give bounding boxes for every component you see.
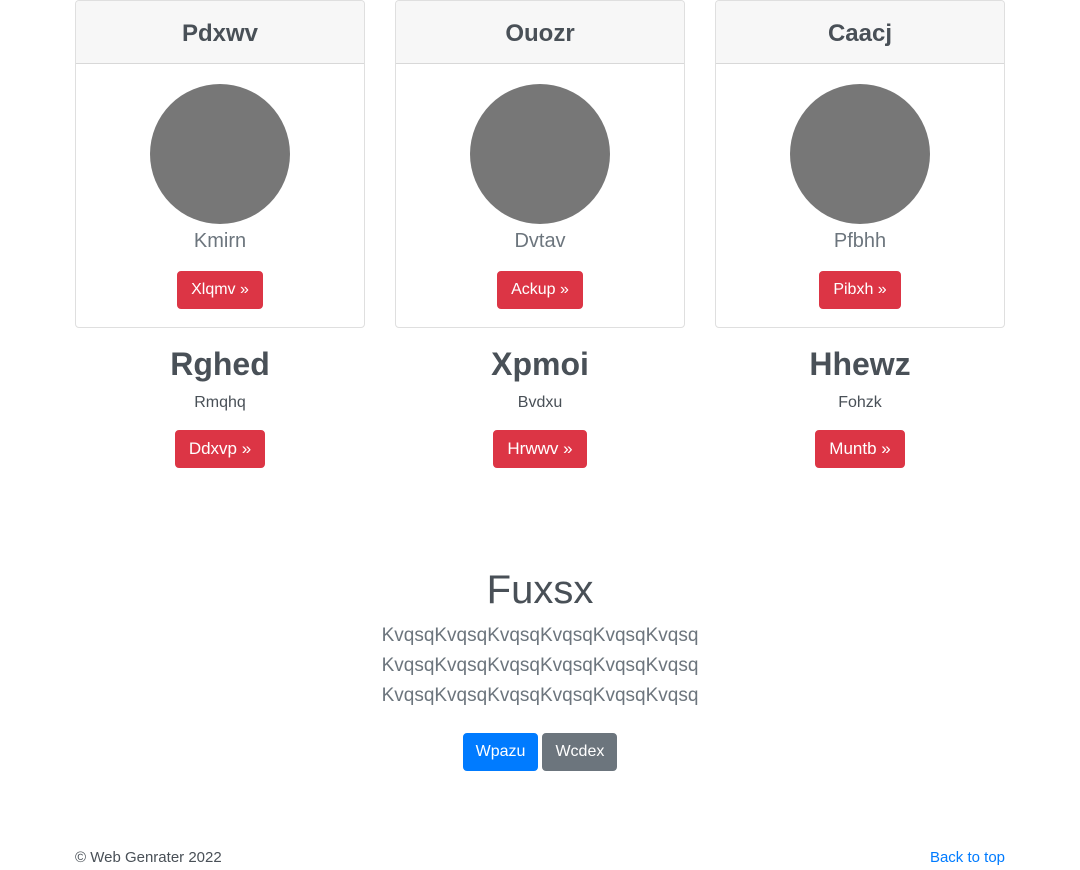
card-subtitle: Dvtav bbox=[514, 230, 566, 252]
card-body: Pfbhh Pibxh » bbox=[716, 64, 1004, 309]
copyright-text: © Web Genrater 2022 bbox=[75, 849, 222, 866]
avatar bbox=[790, 84, 930, 224]
feature-button[interactable]: Ddxvp » bbox=[174, 430, 266, 468]
primary-button[interactable]: Wpazu bbox=[462, 733, 539, 771]
card-title: Ouozr bbox=[396, 1, 684, 64]
card-row: Pdxwv Kmirn Xlqmv » Ouozr Dvtav Ackup » … bbox=[75, 0, 1005, 328]
card-title: Pdxwv bbox=[76, 1, 364, 64]
card-body: Dvtav Ackup » bbox=[396, 64, 684, 309]
card-subtitle: Kmirn bbox=[193, 230, 247, 252]
jumbotron-text: KvqsqKvqsqKvqsqKvqsqKvqsqKvqsq KvqsqKvqs… bbox=[381, 625, 699, 706]
profile-card: Ouozr Dvtav Ackup » bbox=[395, 0, 685, 328]
secondary-button[interactable]: Wcdex bbox=[542, 733, 618, 771]
jumbotron-title: Fuxsx bbox=[486, 568, 594, 612]
feature-column: Rghed Rmqhq Ddxvp » bbox=[75, 344, 365, 468]
back-to-top-link[interactable]: Back to top bbox=[930, 848, 1005, 868]
feature-subtitle: Fohzk bbox=[838, 394, 882, 411]
avatar bbox=[470, 84, 610, 224]
feature-button[interactable]: Hrwwv » bbox=[493, 430, 587, 468]
feature-subtitle: Bvdxu bbox=[517, 394, 563, 411]
profile-card: Pdxwv Kmirn Xlqmv » bbox=[75, 0, 365, 328]
card-subtitle: Pfbhh bbox=[833, 230, 887, 252]
jumbotron-buttons: Wpazu Wcdex bbox=[462, 733, 618, 771]
feature-title: Rghed bbox=[170, 346, 270, 382]
feature-button[interactable]: Muntb » bbox=[815, 430, 905, 468]
card-button[interactable]: Ackup » bbox=[497, 271, 583, 309]
card-body: Kmirn Xlqmv » bbox=[76, 64, 364, 309]
profile-card: Caacj Pfbhh Pibxh » bbox=[715, 0, 1005, 328]
feature-row: Rghed Rmqhq Ddxvp » Xpmoi Bvdxu Hrwwv » … bbox=[75, 344, 1005, 468]
feature-title: Xpmoi bbox=[491, 346, 589, 382]
feature-subtitle: Rmqhq bbox=[194, 394, 246, 411]
feature-title: Hhewz bbox=[809, 346, 911, 382]
card-button[interactable]: Xlqmv » bbox=[177, 271, 263, 309]
card-button[interactable]: Pibxh » bbox=[819, 271, 901, 309]
feature-column: Hhewz Fohzk Muntb » bbox=[715, 344, 1005, 468]
avatar bbox=[150, 84, 290, 224]
card-title: Caacj bbox=[716, 1, 1004, 64]
footer: © Web Genrater 2022 Back to top bbox=[75, 848, 1005, 868]
feature-column: Xpmoi Bvdxu Hrwwv » bbox=[395, 344, 685, 468]
jumbotron: Fuxsx KvqsqKvqsqKvqsqKvqsqKvqsqKvqsq Kvq… bbox=[0, 565, 1080, 771]
